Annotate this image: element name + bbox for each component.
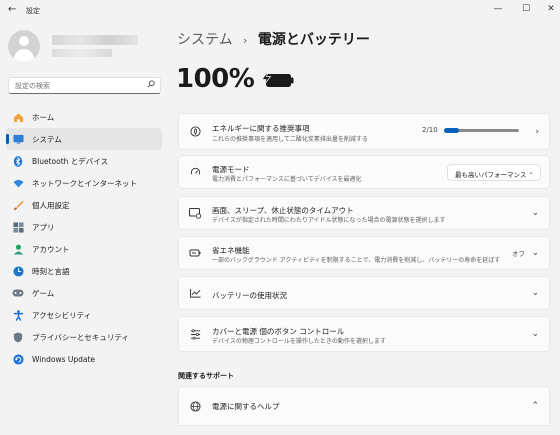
related-support-heading: 関連するサポート xyxy=(178,372,234,380)
sidebar-item-time-language[interactable]: 時刻と言語 xyxy=(6,260,162,282)
sidebar-item-home[interactable]: ホーム xyxy=(6,106,162,128)
card-title: バッテリーの使用状況 xyxy=(212,291,287,300)
title-bar: ← 設定 — ☐ ✕ xyxy=(0,0,560,22)
sidebar-item-label: アプリ xyxy=(32,222,55,232)
battery-charging-icon xyxy=(261,71,294,87)
user-email-redacted xyxy=(52,49,112,57)
energy-recommendations-card[interactable]: エネルギーに関する推奨事項 これらの推奨事項を適用して二酸化炭素排出量を削減する… xyxy=(178,113,550,150)
brush-icon xyxy=(12,199,24,211)
leaf-icon xyxy=(189,126,201,138)
user-name-redacted xyxy=(52,35,138,45)
search-input[interactable]: 設定の検索 xyxy=(8,77,161,94)
bluetooth-icon xyxy=(12,155,24,167)
app-title: 設定 xyxy=(26,7,40,15)
sidebar-item-label: Windows Update xyxy=(32,354,96,364)
sidebar-item-label: プライバシーとセキュリティ xyxy=(32,332,129,342)
sidebar-item-label: ネットワークとインターネット xyxy=(32,178,137,188)
card-description: 一部のバックグラウンド アクティビティを制限することで、電力消費を削減し、バッテ… xyxy=(212,257,501,264)
recommendations-progress-fill xyxy=(444,128,459,133)
sidebar-nav: ホーム システム Bluetooth とデバイス ネットワークとインターネット … xyxy=(6,106,162,370)
card-title: エネルギーに関する推奨事項 xyxy=(212,124,310,133)
chevron-down-icon: ⌄ xyxy=(531,288,539,298)
user-profile[interactable] xyxy=(8,30,168,64)
chart-icon xyxy=(189,287,201,299)
screen-sleep-icon xyxy=(189,207,201,219)
battery-percent: 100% xyxy=(176,64,255,94)
sidebar-item-accessibility[interactable]: アクセシビリティ xyxy=(6,304,162,326)
sidebar-item-accounts[interactable]: アカウント xyxy=(6,238,162,260)
avatar[interactable] xyxy=(8,30,40,62)
time-language-icon xyxy=(12,265,24,277)
sidebar-item-windows-update[interactable]: Windows Update xyxy=(6,348,162,370)
gaming-icon xyxy=(12,287,24,299)
accessibility-icon xyxy=(12,309,24,321)
sidebar-item-network[interactable]: ネットワークとインターネット xyxy=(6,172,162,194)
close-button[interactable]: ✕ xyxy=(537,2,560,16)
card-description: 電力消費とパフォーマンスに基づいてデバイスを最適化 xyxy=(212,176,362,183)
home-icon xyxy=(12,111,24,123)
screen-sleep-card[interactable]: 画面、スリープ、休止状態のタイムアウト デバイスが指定された時間にわたりアイドル… xyxy=(178,196,550,230)
back-button[interactable]: ← xyxy=(8,4,16,15)
page-title: 電源とバッテリー xyxy=(257,32,370,48)
sidebar-item-gaming[interactable]: ゲーム xyxy=(6,282,162,304)
breadcrumb: システム › 電源とバッテリー xyxy=(177,29,370,49)
card-description: デバイスが指定された時間にわたりアイドル状態になった場合の電源状態を選択します xyxy=(212,217,446,224)
power-mode-card: 電源モード 電力消費とパフォーマンスに基づいてデバイスを最適化 最も高いパフォー… xyxy=(178,155,550,189)
sidebar-item-privacy[interactable]: プライバシーとセキュリティ xyxy=(6,326,162,348)
power-mode-select[interactable]: 最も高いパフォーマンス ⌄ xyxy=(447,164,541,181)
chevron-up-icon: ⌃ xyxy=(531,401,539,411)
lid-buttons-card[interactable]: カバーと電源 個のボタン コントロール デバイスの物理コントロールを操作したとき… xyxy=(178,316,550,352)
energy-saver-status: オフ xyxy=(512,250,525,258)
maximize-button[interactable]: ☐ xyxy=(512,2,540,16)
energy-saver-icon xyxy=(189,247,201,259)
chevron-down-icon: ⌄ xyxy=(531,248,539,258)
sidebar-item-label: システム xyxy=(32,134,62,144)
update-icon xyxy=(12,353,24,365)
network-icon xyxy=(12,177,24,189)
sidebar-item-apps[interactable]: アプリ xyxy=(6,216,162,238)
recommendations-progress-text: 2/10 xyxy=(422,126,438,134)
search-placeholder: 設定の検索 xyxy=(15,82,50,90)
sidebar-item-label: アカウント xyxy=(32,244,70,254)
breadcrumb-separator: › xyxy=(243,34,248,47)
chevron-down-icon: ⌄ xyxy=(531,329,539,339)
sidebar-item-label: Bluetooth とデバイス xyxy=(32,156,109,166)
sidebar-item-system[interactable]: システム xyxy=(6,128,162,150)
sidebar-item-label: ゲーム xyxy=(32,288,55,298)
minimize-button[interactable]: — xyxy=(484,2,512,16)
apps-icon xyxy=(12,221,24,233)
energy-saver-card[interactable]: 省エネ機能 一部のバックグラウンド アクティビティを制限することで、電力消費を削… xyxy=(178,236,550,270)
breadcrumb-parent[interactable]: システム xyxy=(177,32,233,48)
account-icon xyxy=(12,243,24,255)
lid-buttons-icon xyxy=(189,328,201,340)
card-description: これらの推奨事項を適用して二酸化炭素排出量を削減する xyxy=(212,136,368,143)
card-title: 電源に関するヘルプ xyxy=(212,402,280,411)
search-icon[interactable] xyxy=(147,80,155,90)
power-mode-value: 最も高いパフォーマンス xyxy=(455,171,527,179)
chevron-down-icon: ⌄ xyxy=(528,168,534,176)
shield-icon xyxy=(12,331,24,343)
sidebar-item-label: 個人用設定 xyxy=(32,200,70,210)
sidebar-item-personalization[interactable]: 個人用設定 xyxy=(6,194,162,216)
chevron-right-icon: › xyxy=(535,126,539,137)
sidebar-item-bluetooth[interactable]: Bluetooth とデバイス xyxy=(6,150,162,172)
chevron-down-icon: ⌄ xyxy=(531,208,539,218)
system-icon xyxy=(12,133,24,145)
sidebar-item-label: 時刻と言語 xyxy=(32,266,70,276)
sidebar-item-label: ホーム xyxy=(32,112,55,122)
power-mode-icon xyxy=(189,166,201,178)
globe-icon xyxy=(189,400,201,412)
battery-usage-card[interactable]: バッテリーの使用状況 ⌄ xyxy=(178,276,550,310)
card-description: デバイスの物理コントロールを操作したときの動作を選択します xyxy=(212,338,386,345)
power-help-card[interactable]: 電源に関するヘルプ ⌃ xyxy=(178,386,550,426)
sidebar-item-label: アクセシビリティ xyxy=(32,310,92,320)
